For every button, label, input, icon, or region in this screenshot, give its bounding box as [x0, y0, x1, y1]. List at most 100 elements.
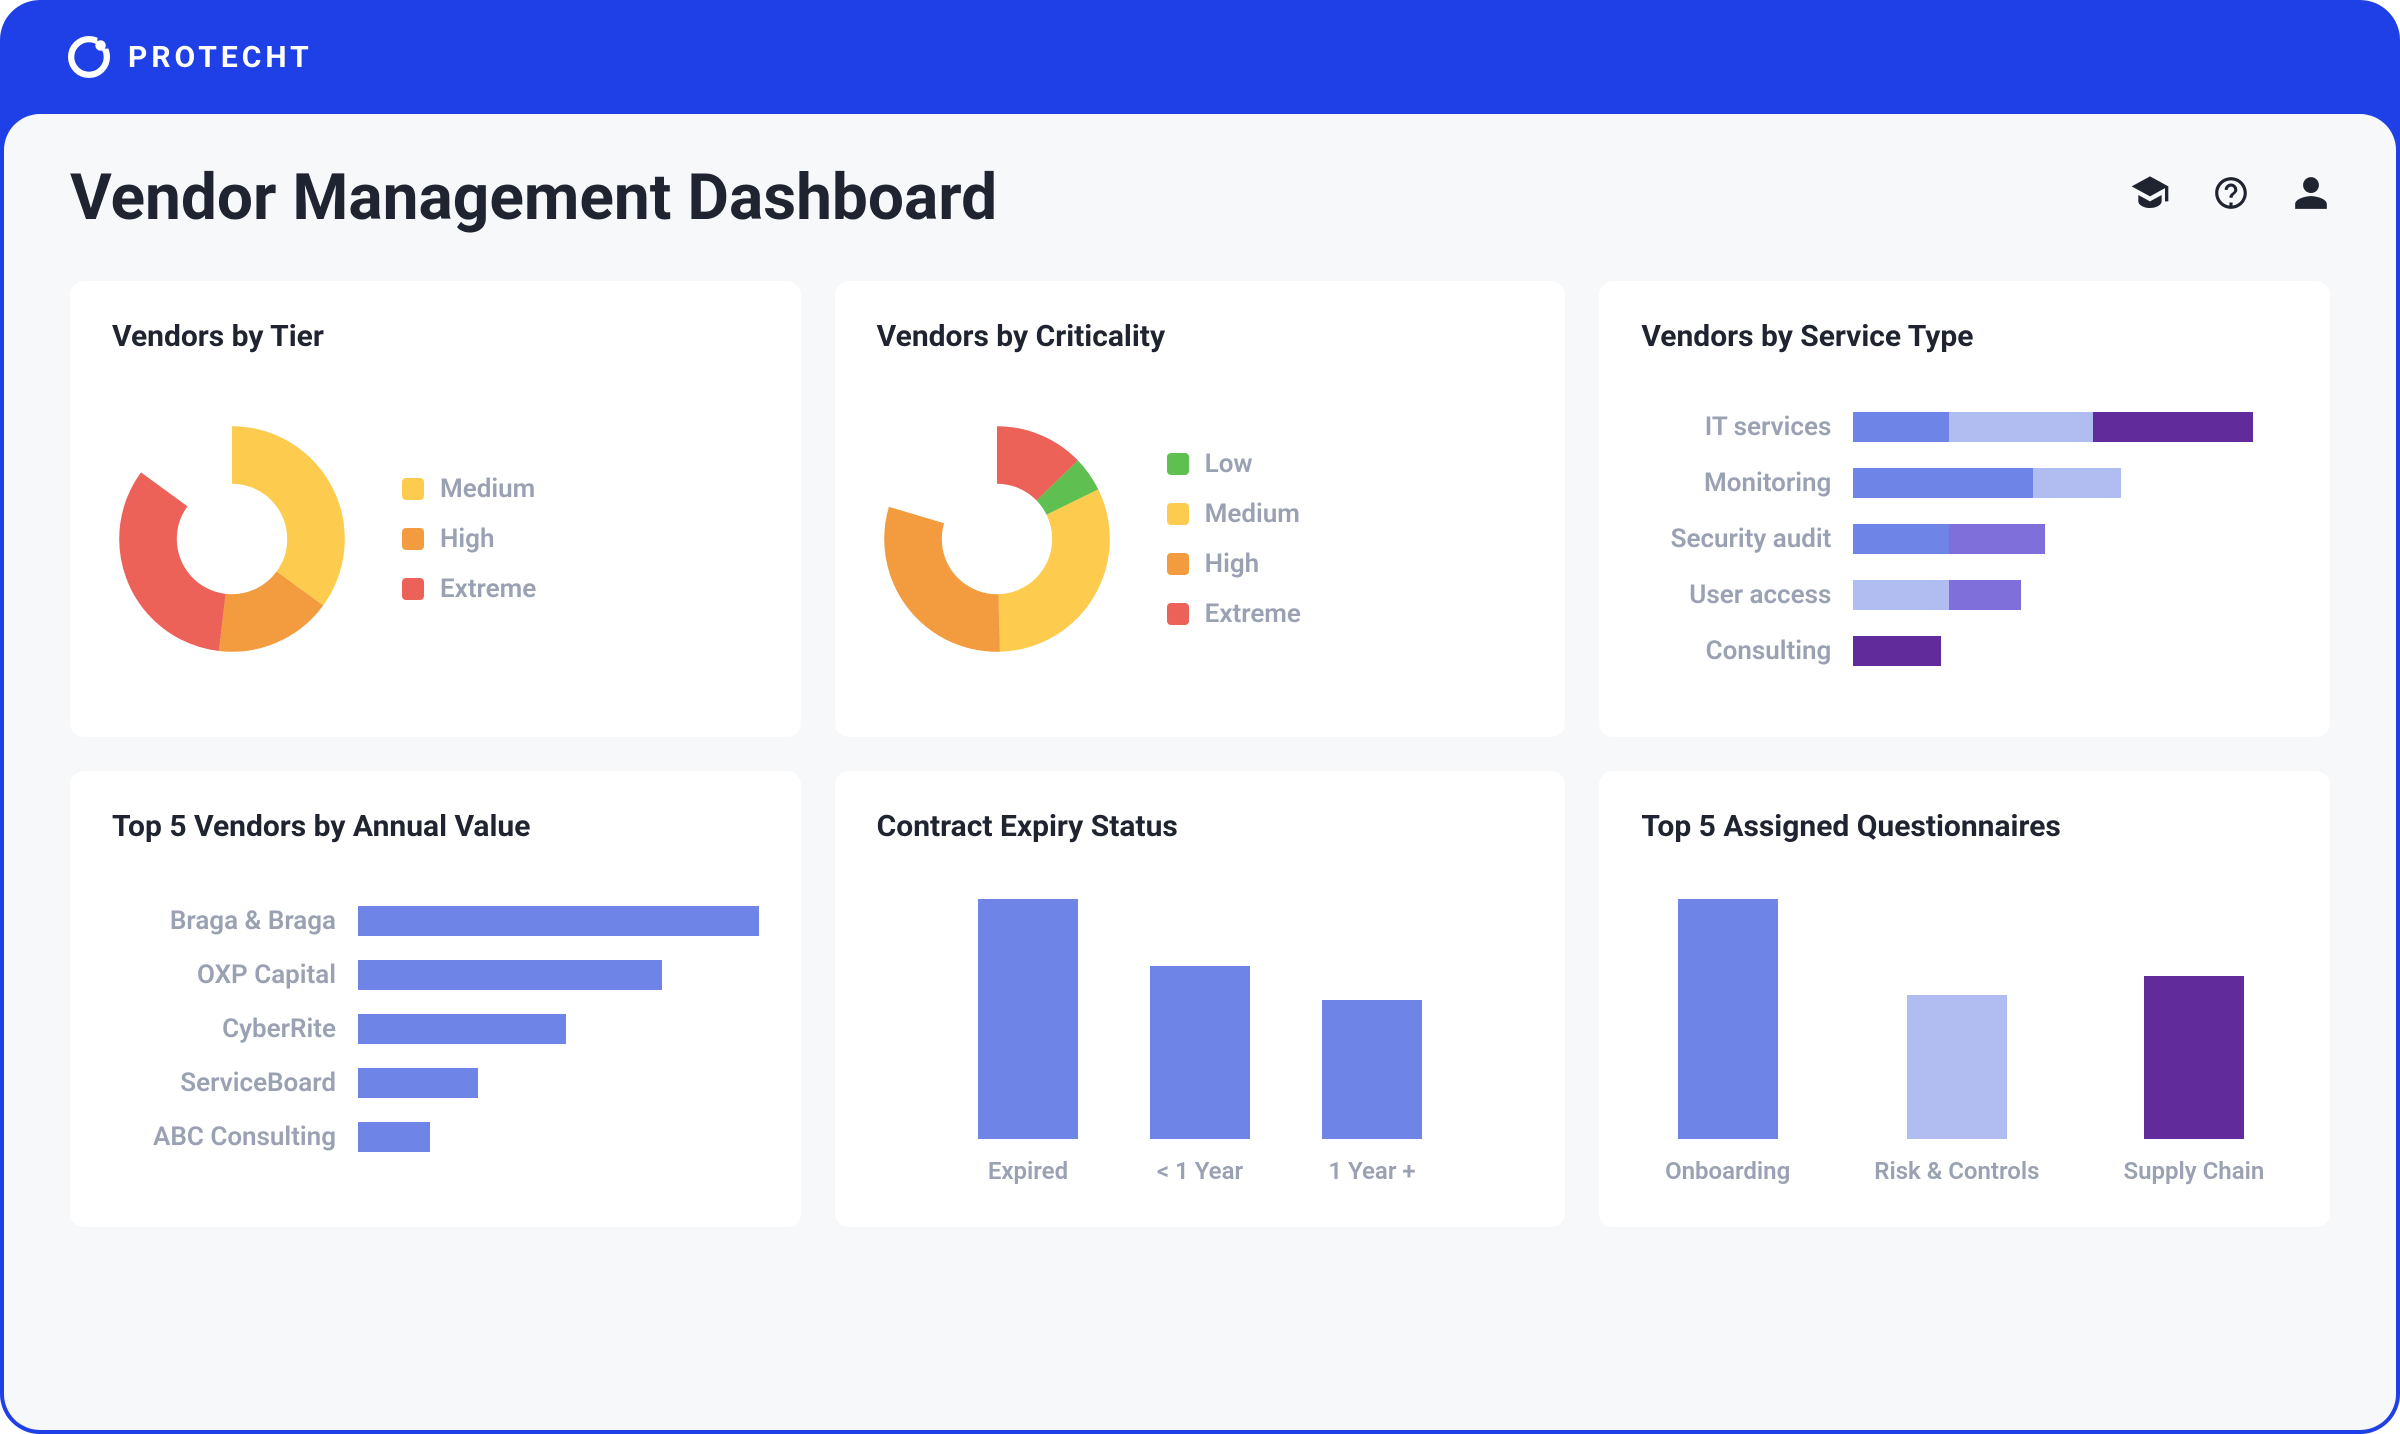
bar-col — [1322, 1000, 1422, 1139]
row-label: User access — [1641, 580, 1831, 610]
stacked-row: Consulting — [1641, 636, 2288, 666]
card-vendors-by-service-type: Vendors by Service Type IT services Moni… — [1599, 281, 2330, 737]
brand-logo[interactable]: PROTECHT — [68, 36, 313, 78]
help-icon[interactable] — [2212, 174, 2250, 221]
bar-segment — [1949, 580, 2021, 610]
card-title: Top 5 Assigned Questionnaires — [1641, 809, 2288, 844]
row-label: Braga & Braga — [112, 906, 336, 936]
vbars-expiry: Expired < 1 Year 1 Year + — [877, 872, 1524, 1185]
legend-label: Medium — [1205, 499, 1300, 529]
stacked-row: User access — [1641, 580, 2288, 610]
bar-segment — [1949, 412, 2093, 442]
hbar-row: OXP Capital — [112, 960, 759, 990]
swatch-icon — [402, 478, 424, 500]
card-top-questionnaires: Top 5 Assigned Questionnaires Onboarding… — [1599, 771, 2330, 1227]
legend-label: Medium — [440, 474, 535, 504]
bar-label: Expired — [988, 1157, 1068, 1185]
legend-item: High — [1167, 549, 1301, 579]
bar-label: 1 Year + — [1328, 1157, 1415, 1185]
bar-segment — [1853, 636, 1941, 666]
row-label: Security audit — [1641, 524, 1831, 554]
user-icon[interactable] — [2292, 174, 2330, 221]
bar-col — [978, 899, 1078, 1139]
row-label: Consulting — [1641, 636, 1831, 666]
swatch-icon — [1167, 603, 1189, 625]
stacked-row: IT services — [1641, 412, 2288, 442]
swatch-icon — [402, 578, 424, 600]
page-header: Vendor Management Dashboard — [70, 160, 2330, 235]
app-window: PROTECHT Vendor Management Dashboard Ven… — [0, 0, 2400, 1434]
legend-label: Low — [1205, 449, 1253, 479]
vbar: Supply Chain — [2123, 976, 2264, 1185]
bar-label: Supply Chain — [2123, 1157, 2264, 1185]
vbar: Risk & Controls — [1874, 995, 2039, 1185]
bar-segment — [1853, 524, 1949, 554]
row-label: ServiceBoard — [112, 1068, 336, 1098]
donut-tier — [112, 419, 352, 659]
legend-item: High — [402, 524, 536, 554]
hbar-row: Braga & Braga — [112, 906, 759, 936]
vbars-quest: Onboarding Risk & Controls Supply Chain — [1641, 872, 2288, 1185]
page-title: Vendor Management Dashboard — [70, 160, 997, 235]
hbar-row: ServiceBoard — [112, 1068, 759, 1098]
header-actions — [2130, 173, 2330, 222]
vbar: Onboarding — [1665, 899, 1790, 1185]
row-label: Monitoring — [1641, 468, 1831, 498]
bar-label: Onboarding — [1665, 1157, 1790, 1185]
legend-tier: Medium High Extreme — [402, 474, 536, 604]
legend-label: High — [1205, 549, 1259, 579]
topbar: PROTECHT — [0, 0, 2400, 114]
content-area: Vendor Management Dashboard Vendors by T… — [4, 114, 2396, 1430]
bar-segment — [2093, 412, 2253, 442]
row-label: OXP Capital — [112, 960, 336, 990]
bar-col — [1678, 899, 1778, 1139]
card-title: Top 5 Vendors by Annual Value — [112, 809, 759, 844]
swatch-icon — [1167, 503, 1189, 525]
legend-item: Medium — [402, 474, 536, 504]
card-vendors-by-criticality: Vendors by Criticality Low Medium Hi — [835, 281, 1566, 737]
bar-fill — [358, 960, 662, 990]
bar-col — [1150, 966, 1250, 1139]
bar-segment — [1853, 468, 2033, 498]
vbar: < 1 Year — [1150, 966, 1250, 1185]
brand-name: PROTECHT — [128, 40, 313, 75]
card-title: Contract Expiry Status — [877, 809, 1524, 844]
legend-item: Low — [1167, 449, 1301, 479]
hbar-row: CyberRite — [112, 1014, 759, 1044]
legend-item: Medium — [1167, 499, 1301, 529]
swatch-icon — [402, 528, 424, 550]
card-title: Vendors by Service Type — [1641, 319, 2288, 354]
swatch-icon — [1167, 553, 1189, 575]
legend-criticality: Low Medium High Extreme — [1167, 449, 1301, 629]
card-grid: Vendors by Tier Medium High Extreme — [70, 281, 2330, 1227]
academy-icon[interactable] — [2130, 173, 2170, 222]
legend-item: Extreme — [402, 574, 536, 604]
bar-fill — [358, 1122, 430, 1152]
bar-fill — [358, 1068, 478, 1098]
bar-col — [2144, 976, 2244, 1139]
bar-segment — [2033, 468, 2121, 498]
legend-label: High — [440, 524, 494, 554]
card-title: Vendors by Criticality — [877, 319, 1524, 354]
bar-segment — [1949, 524, 2045, 554]
bar-fill — [358, 906, 759, 936]
card-title: Vendors by Tier — [112, 319, 759, 354]
vbar: Expired — [978, 899, 1078, 1185]
row-label: CyberRite — [112, 1014, 336, 1044]
row-label: ABC Consulting — [112, 1122, 336, 1152]
bar-segment — [1853, 580, 1949, 610]
bar-segment — [1853, 412, 1949, 442]
bar-label: < 1 Year — [1157, 1157, 1243, 1185]
bar-fill — [358, 1014, 566, 1044]
legend-label: Extreme — [1205, 599, 1301, 629]
donut-criticality — [877, 419, 1117, 659]
bar-col — [1907, 995, 2007, 1139]
swatch-icon — [1167, 453, 1189, 475]
stacked-row: Security audit — [1641, 524, 2288, 554]
brand-mark-icon — [68, 36, 110, 78]
vbar: 1 Year + — [1322, 1000, 1422, 1185]
card-contract-expiry: Contract Expiry Status Expired < 1 Year … — [835, 771, 1566, 1227]
row-label: IT services — [1641, 412, 1831, 442]
stacked-row: Monitoring — [1641, 468, 2288, 498]
card-vendors-by-tier: Vendors by Tier Medium High Extreme — [70, 281, 801, 737]
